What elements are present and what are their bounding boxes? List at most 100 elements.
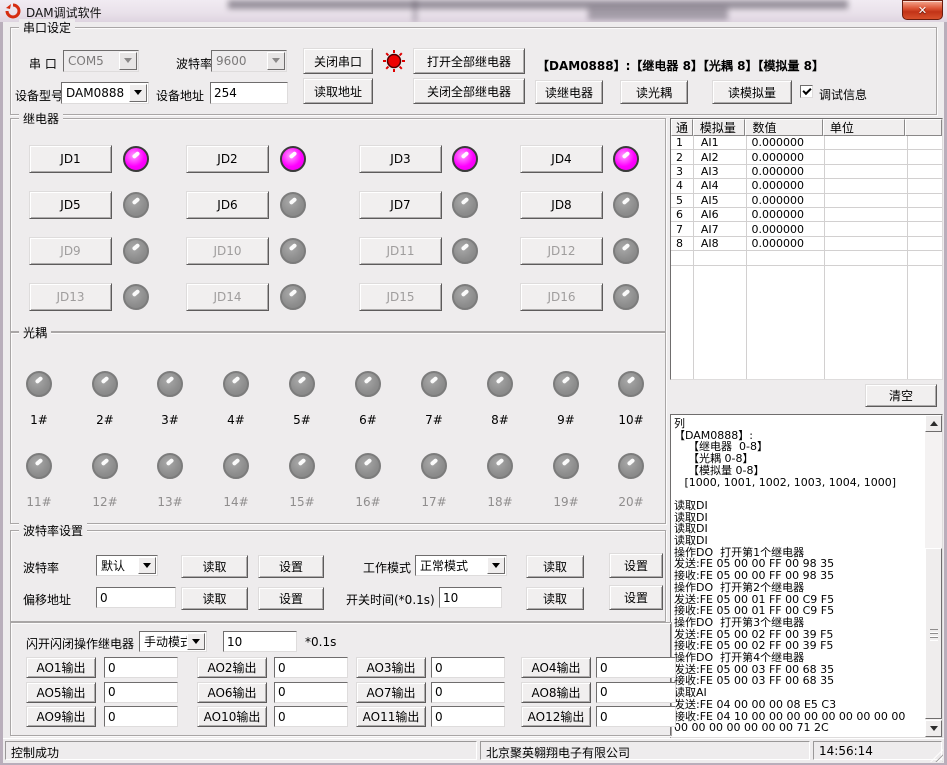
- table-header-1[interactable]: 模拟量: [693, 119, 746, 136]
- opto-grid: 1#2#3#4#5#6#7#8#9#10#11#12#13#14#15#16#1…: [11, 333, 665, 523]
- ao-output-button-4[interactable]: AO4输出: [521, 657, 591, 678]
- model-select[interactable]: DAM0888: [61, 82, 149, 104]
- ao-output-button-1[interactable]: AO1输出: [26, 657, 96, 678]
- log-line: 列: [674, 418, 922, 430]
- opto-led-5: [289, 371, 315, 397]
- client-area: 串口设定 串 口 COM5 波特率 9600 关闭串口 打开全部继电器 【D: [3, 22, 944, 762]
- ao-output-input-10[interactable]: [274, 706, 348, 727]
- ao-output-input-8[interactable]: [596, 682, 676, 703]
- switch-time-set-button[interactable]: 设置: [609, 585, 663, 610]
- ao-output-button-9[interactable]: AO9输出: [26, 706, 96, 727]
- read-addr-button[interactable]: 读取地址: [303, 78, 373, 104]
- offset-read-button[interactable]: 读取: [181, 587, 248, 610]
- table-cell: AI8: [693, 237, 746, 250]
- relay-button-jd16[interactable]: JD16: [520, 283, 603, 311]
- relay-button-jd2[interactable]: JD2: [186, 145, 269, 173]
- ao-output-button-8[interactable]: AO8输出: [521, 682, 591, 703]
- baud-read-button[interactable]: 读取: [181, 555, 248, 578]
- table-cell: 0.000000: [746, 223, 823, 236]
- baud-set-button[interactable]: 设置: [258, 555, 324, 578]
- table-header-4[interactable]: [905, 119, 942, 136]
- log-scrollbar[interactable]: [925, 415, 942, 737]
- baudrate-select[interactable]: 默认: [96, 555, 158, 576]
- ao-output-input-2[interactable]: [274, 657, 348, 678]
- table-header-3[interactable]: 单位: [823, 119, 905, 136]
- table-header-0[interactable]: 通: [671, 119, 693, 136]
- scroll-down-icon[interactable]: [925, 720, 942, 737]
- ao-output-input-6[interactable]: [274, 682, 348, 703]
- opto-label: 19#: [544, 495, 588, 509]
- offset-addr-input[interactable]: [96, 587, 176, 608]
- work-mode-set-button[interactable]: 设置: [609, 553, 663, 578]
- ao-output-input-1[interactable]: [104, 657, 178, 678]
- ao-output-input-3[interactable]: [431, 657, 505, 678]
- chevron-down-icon: [129, 84, 147, 102]
- ao-output-button-3[interactable]: AO3输出: [356, 657, 426, 678]
- relay-led-jd3: [452, 146, 478, 172]
- table-cell: AI3: [693, 165, 746, 178]
- ao-output-input-11[interactable]: [431, 706, 505, 727]
- table-row: 6AI60.000000: [671, 208, 942, 222]
- switch-time-input[interactable]: [439, 587, 502, 608]
- relay-button-jd7[interactable]: JD7: [359, 191, 442, 219]
- chevron-down-icon: [267, 52, 285, 70]
- relay-button-jd5[interactable]: JD5: [29, 191, 112, 219]
- ao-output-input-12[interactable]: [596, 706, 676, 727]
- relay-button-jd8[interactable]: JD8: [520, 191, 603, 219]
- chevron-down-icon: [119, 52, 137, 70]
- ao-output-input-9[interactable]: [104, 706, 178, 727]
- relay-button-jd13[interactable]: JD13: [29, 283, 112, 311]
- close-serial-button[interactable]: 关闭串口: [303, 48, 373, 74]
- work-mode-select[interactable]: 正常模式: [415, 555, 507, 576]
- open-all-relays-button[interactable]: 打开全部继电器: [413, 48, 525, 74]
- ao-output-button-10[interactable]: AO10输出: [197, 706, 267, 727]
- relay-button-jd1[interactable]: JD1: [29, 145, 112, 173]
- scroll-up-icon[interactable]: [925, 415, 942, 432]
- relay-button-jd6[interactable]: JD6: [186, 191, 269, 219]
- log-line: 读取DI: [674, 535, 922, 547]
- relay-led-jd12: [613, 238, 639, 264]
- clear-log-button[interactable]: 清空: [865, 384, 937, 407]
- app-icon: [5, 3, 21, 19]
- relay-button-jd12[interactable]: JD12: [520, 237, 603, 265]
- table-cell: 5: [671, 194, 693, 207]
- ao-output-button-6[interactable]: AO6输出: [197, 682, 267, 703]
- read-analog-button[interactable]: 读模拟量: [712, 80, 792, 104]
- work-mode-read-button[interactable]: 读取: [526, 555, 584, 578]
- table-cell: 0.000000: [746, 165, 823, 178]
- relay-button-jd15[interactable]: JD15: [359, 283, 442, 311]
- relay-button-jd10[interactable]: JD10: [186, 237, 269, 265]
- relay-button-jd14[interactable]: JD14: [186, 283, 269, 311]
- relay-button-jd4[interactable]: JD4: [520, 145, 603, 173]
- ao-output-button-7[interactable]: AO7输出: [356, 682, 426, 703]
- ao-output-button-11[interactable]: AO11输出: [356, 706, 426, 727]
- offset-set-button[interactable]: 设置: [258, 587, 324, 610]
- close-all-relays-button[interactable]: 关闭全部继电器: [413, 78, 525, 104]
- relay-button-jd11[interactable]: JD11: [359, 237, 442, 265]
- device-addr-input[interactable]: [210, 82, 288, 104]
- relay-led-jd16: [613, 284, 639, 310]
- ao-output-input-5[interactable]: [104, 682, 178, 703]
- close-button[interactable]: ✕: [902, 0, 943, 20]
- ao-output-input-4[interactable]: [596, 657, 676, 678]
- ao-output-input-7[interactable]: [431, 682, 505, 703]
- debug-info-checkbox[interactable]: [800, 85, 813, 98]
- relay-led-jd15: [452, 284, 478, 310]
- read-opto-button[interactable]: 读光耦: [620, 80, 688, 104]
- scrollbar-thumb[interactable]: [925, 548, 942, 719]
- analog-table: 通模拟量数值单位 1AI10.0000002AI20.0000003AI30.0…: [670, 118, 943, 380]
- read-relay-button[interactable]: 读继电器: [535, 80, 603, 104]
- switch-time-read-button[interactable]: 读取: [526, 587, 584, 610]
- ao-output-button-5[interactable]: AO5输出: [26, 682, 96, 703]
- table-grid-line: [907, 136, 908, 379]
- status-company: 北京聚英翱翔电子有限公司: [480, 741, 810, 760]
- relay-button-jd3[interactable]: JD3: [359, 145, 442, 173]
- ao-output-button-12[interactable]: AO12输出: [521, 706, 591, 727]
- table-header-2[interactable]: 数值: [745, 119, 822, 136]
- opto-label: 8#: [478, 413, 522, 427]
- ao-output-button-2[interactable]: AO2输出: [197, 657, 267, 678]
- relay-button-jd9[interactable]: JD9: [29, 237, 112, 265]
- opto-led-18: [487, 453, 513, 479]
- relay-led-jd5: [123, 192, 149, 218]
- log-line: 读取DI: [674, 512, 922, 524]
